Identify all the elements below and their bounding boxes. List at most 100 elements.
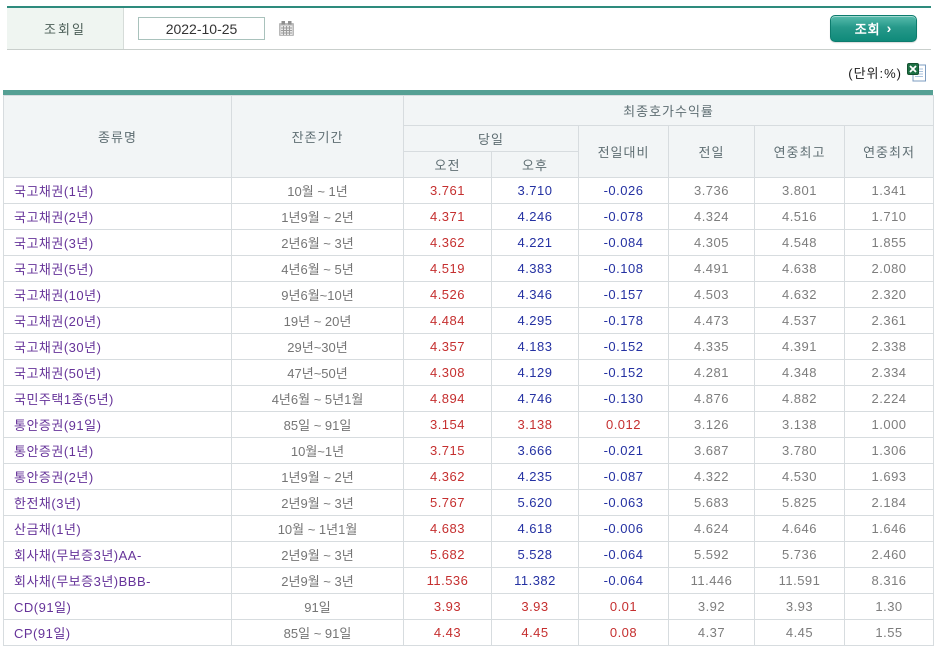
cell-pm: 4.346 — [492, 282, 579, 308]
cell-pm: 5.620 — [492, 490, 579, 516]
cell-am: 4.683 — [404, 516, 492, 542]
cell-year-high: 3.138 — [755, 412, 845, 438]
unit-row: (단위:%) — [3, 58, 933, 86]
search-button-label: 조회 — [855, 19, 881, 38]
cell-year-high: 4.632 — [755, 282, 845, 308]
cell-pm: 4.221 — [492, 230, 579, 256]
cell-name: 한전채(3년) — [4, 490, 232, 516]
col-header-change: 전일대비 — [579, 126, 669, 178]
cell-name: 국고채권(30년) — [4, 334, 232, 360]
cell-year-high: 5.825 — [755, 490, 845, 516]
cell-pm: 4.295 — [492, 308, 579, 334]
cell-name: CD(91일) — [4, 594, 232, 620]
cell-change: -0.152 — [579, 334, 669, 360]
cell-period: 2년9월 ~ 3년 — [232, 568, 404, 594]
cell-am: 4.362 — [404, 230, 492, 256]
cell-year-low: 2.184 — [845, 490, 934, 516]
table-row: 국고채권(5년)4년6월 ~ 5년4.5194.383-0.1084.4914.… — [4, 256, 934, 282]
excel-download-icon[interactable] — [907, 63, 927, 82]
cell-name: 회사채(무보증3년)BBB- — [4, 568, 232, 594]
cell-change: -0.084 — [579, 230, 669, 256]
cell-prev: 4.322 — [669, 464, 755, 490]
table-row: 국고채권(20년)19년 ~ 20년4.4844.295-0.1784.4734… — [4, 308, 934, 334]
cell-name: 국고채권(5년) — [4, 256, 232, 282]
cell-year-low: 1.306 — [845, 438, 934, 464]
col-header-pm: 오후 — [492, 152, 579, 178]
yield-table-body: 국고채권(1년)10월 ~ 1년3.7613.710-0.0263.7363.8… — [4, 178, 934, 646]
cell-year-low: 2.460 — [845, 542, 934, 568]
cell-period: 4년6월 ~ 5년 — [232, 256, 404, 282]
cell-pm: 4.45 — [492, 620, 579, 646]
search-date-field — [124, 17, 295, 40]
cell-am: 4.519 — [404, 256, 492, 282]
cell-pm: 4.235 — [492, 464, 579, 490]
cell-year-high: 4.638 — [755, 256, 845, 282]
cell-year-low: 2.224 — [845, 386, 934, 412]
cell-period: 85일 ~ 91일 — [232, 412, 404, 438]
cell-change: -0.152 — [579, 360, 669, 386]
cell-change: -0.130 — [579, 386, 669, 412]
search-bar: 조회일 조회 › — [7, 6, 931, 50]
cell-name: 국고채권(50년) — [4, 360, 232, 386]
cell-change: 0.08 — [579, 620, 669, 646]
cell-year-high: 4.391 — [755, 334, 845, 360]
cell-am: 5.682 — [404, 542, 492, 568]
table-row: 통안증권(2년)1년9월 ~ 2년4.3624.235-0.0874.3224.… — [4, 464, 934, 490]
col-header-name: 종류명 — [4, 96, 232, 178]
cell-year-low: 1.55 — [845, 620, 934, 646]
date-input[interactable] — [138, 17, 265, 40]
search-button[interactable]: 조회 › — [830, 15, 917, 42]
cell-pm: 3.138 — [492, 412, 579, 438]
table-row: 통안증권(91일)85일 ~ 91일3.1543.1380.0123.1263.… — [4, 412, 934, 438]
cell-prev: 3.687 — [669, 438, 755, 464]
cell-am: 4.308 — [404, 360, 492, 386]
cell-change: 0.01 — [579, 594, 669, 620]
cell-period: 1년9월 ~ 2년 — [232, 464, 404, 490]
cell-pm: 4.618 — [492, 516, 579, 542]
cell-year-high: 3.780 — [755, 438, 845, 464]
cell-year-low: 1.30 — [845, 594, 934, 620]
cell-name: 통안증권(1년) — [4, 438, 232, 464]
cell-prev: 4.503 — [669, 282, 755, 308]
cell-am: 4.526 — [404, 282, 492, 308]
cell-year-low: 1.855 — [845, 230, 934, 256]
table-row: 국고채권(1년)10월 ~ 1년3.7613.710-0.0263.7363.8… — [4, 178, 934, 204]
cell-change: 0.012 — [579, 412, 669, 438]
table-row: 회사채(무보증3년)BBB-2년9월 ~ 3년11.53611.382-0.06… — [4, 568, 934, 594]
cell-change: -0.021 — [579, 438, 669, 464]
cell-prev: 3.92 — [669, 594, 755, 620]
cell-name: 통안증권(2년) — [4, 464, 232, 490]
cell-period: 4년6월 ~ 5년1월 — [232, 386, 404, 412]
cell-am: 5.767 — [404, 490, 492, 516]
cell-pm: 5.528 — [492, 542, 579, 568]
cell-change: -0.064 — [579, 542, 669, 568]
cell-am: 11.536 — [404, 568, 492, 594]
cell-change: -0.157 — [579, 282, 669, 308]
cell-name: CP(91일) — [4, 620, 232, 646]
cell-period: 2년9월 ~ 3년 — [232, 490, 404, 516]
cell-period: 85일 ~ 91일 — [232, 620, 404, 646]
cell-am: 3.761 — [404, 178, 492, 204]
col-header-today: 당일 — [404, 126, 579, 152]
table-row: 회사채(무보증3년)AA-2년9월 ~ 3년5.6825.528-0.0645.… — [4, 542, 934, 568]
cell-name: 국고채권(20년) — [4, 308, 232, 334]
cell-change: -0.064 — [579, 568, 669, 594]
table-row: 국고채권(50년)47년~50년4.3084.129-0.1524.2814.3… — [4, 360, 934, 386]
cell-year-high: 5.736 — [755, 542, 845, 568]
cell-pm: 3.93 — [492, 594, 579, 620]
cell-year-low: 2.080 — [845, 256, 934, 282]
cell-prev: 3.126 — [669, 412, 755, 438]
cell-am: 4.362 — [404, 464, 492, 490]
cell-year-low: 1.693 — [845, 464, 934, 490]
cell-period: 1년9월 ~ 2년 — [232, 204, 404, 230]
cell-am: 3.715 — [404, 438, 492, 464]
table-row: 통안증권(1년)10월~1년3.7153.666-0.0213.6873.780… — [4, 438, 934, 464]
cell-prev: 5.683 — [669, 490, 755, 516]
cell-year-high: 4.45 — [755, 620, 845, 646]
chevron-right-icon: › — [887, 20, 893, 36]
cell-name: 통안증권(91일) — [4, 412, 232, 438]
cell-pm: 11.382 — [492, 568, 579, 594]
cell-prev: 4.324 — [669, 204, 755, 230]
calendar-icon[interactable] — [278, 20, 295, 37]
col-header-yield-group: 최종호가수익률 — [404, 96, 934, 126]
